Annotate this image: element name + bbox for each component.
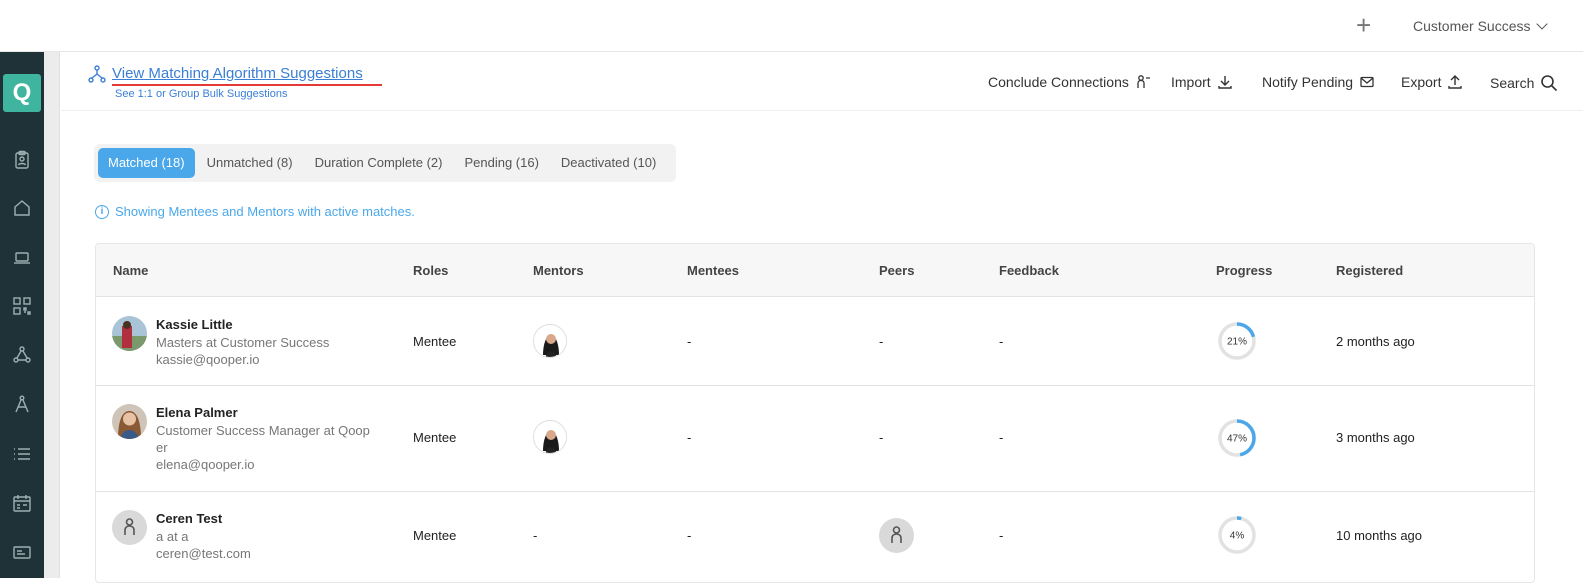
feedback-value: - — [999, 528, 1004, 543]
mentees-value: - — [687, 528, 692, 543]
list-icon[interactable] — [12, 444, 32, 464]
avatar[interactable] — [112, 510, 147, 545]
top-bar: + Customer Success — [0, 0, 1583, 52]
member-title: Customer Success Manager at Qoop er — [156, 423, 370, 455]
mentees-value: - — [687, 430, 692, 445]
id-card-icon[interactable] — [12, 542, 32, 562]
header-roles[interactable]: Roles — [413, 263, 448, 278]
avatar[interactable] — [112, 316, 147, 351]
tab-deactivated[interactable]: Deactivated (10) — [551, 148, 666, 178]
peers-value: - — [879, 430, 884, 445]
status-tabs: Matched (18) Unmatched (8) Duration Comp… — [94, 144, 676, 182]
mentees-value: - — [687, 334, 692, 349]
member-name[interactable]: Kassie Little — [156, 317, 233, 332]
header-peers[interactable]: Peers — [879, 263, 914, 278]
mentor-avatar[interactable] — [533, 324, 567, 358]
compass-icon[interactable] — [12, 394, 32, 414]
sidebar: Q — [0, 52, 44, 578]
calendar-icon[interactable] — [12, 493, 32, 513]
feedback-value: - — [999, 334, 1004, 349]
progress-ring: 21% — [1218, 322, 1256, 360]
laptop-icon[interactable] — [12, 248, 32, 268]
role: Mentee — [413, 430, 457, 445]
qr-code-icon[interactable] — [12, 296, 32, 316]
notify-pending-button[interactable]: Notify Pending — [1262, 74, 1375, 90]
export-label: Export — [1401, 74, 1442, 90]
tab-pending[interactable]: Pending (16) — [454, 148, 548, 178]
info-icon: i — [95, 204, 109, 219]
peers-value: - — [879, 334, 884, 349]
upload-icon — [1448, 75, 1463, 89]
member-title: a at a — [156, 529, 189, 544]
clipboard-icon[interactable] — [12, 150, 32, 170]
info-banner: i Showing Mentees and Mentors with activ… — [95, 204, 415, 219]
connections-icon[interactable] — [12, 345, 32, 365]
role: Mentee — [413, 528, 457, 543]
app-logo[interactable]: Q — [3, 74, 41, 112]
search-icon — [1541, 75, 1558, 92]
registered-value: 2 months ago — [1336, 334, 1415, 349]
progress-ring: 4% — [1218, 516, 1256, 554]
member-title: Masters at Customer Success — [156, 335, 330, 350]
search-button[interactable]: Search — [1490, 74, 1558, 92]
member-email: kassie@qooper.io — [156, 352, 260, 367]
info-text: Showing Mentees and Mentors with active … — [115, 204, 415, 219]
mail-icon — [1360, 76, 1374, 88]
header-name[interactable]: Name — [113, 263, 148, 278]
table-header: Name Roles Mentors Mentees Peers Feedbac… — [96, 244, 1534, 297]
header-mentors[interactable]: Mentors — [533, 263, 584, 278]
member-name[interactable]: Ceren Test — [156, 511, 222, 526]
mentors-value: - — [533, 528, 538, 543]
mentor-avatar[interactable] — [533, 420, 567, 454]
conclude-connections-label: Conclude Connections — [988, 74, 1129, 90]
import-button[interactable]: Import — [1171, 74, 1233, 90]
tab-duration-complete[interactable]: Duration Complete (2) — [305, 148, 453, 178]
home-icon[interactable] — [12, 198, 32, 218]
notify-pending-label: Notify Pending — [1262, 74, 1354, 90]
feedback-value: - — [999, 430, 1004, 445]
progress-ring: 47% — [1218, 419, 1256, 457]
role: Mentee — [413, 334, 457, 349]
sidebar-gutter — [44, 52, 60, 578]
header-feedback[interactable]: Feedback — [999, 263, 1059, 278]
progress-label: 4% — [1230, 531, 1245, 542]
progress-label: 47% — [1227, 434, 1247, 445]
org-name: Customer Success — [1413, 18, 1531, 34]
network-icon — [88, 65, 106, 83]
table-row[interactable]: Kassie Little Masters at Customer Succes… — [96, 297, 1534, 386]
conclude-connections-button[interactable]: Conclude Connections — [988, 74, 1151, 90]
header-progress[interactable]: Progress — [1216, 263, 1272, 278]
member-email: elena@qooper.io — [156, 457, 255, 472]
highlight-underline — [112, 84, 382, 86]
export-button[interactable]: Export — [1401, 74, 1463, 90]
avatar[interactable] — [112, 404, 147, 439]
table-row[interactable]: Ceren Test a at a ceren@test.com Mentee … — [96, 492, 1534, 582]
header-registered[interactable]: Registered — [1336, 263, 1403, 278]
chevron-down-icon — [1536, 18, 1549, 30]
search-label: Search — [1490, 75, 1535, 91]
registered-value: 3 months ago — [1336, 430, 1415, 445]
table-row[interactable]: Elena Palmer Customer Success Manager at… — [96, 386, 1534, 492]
view-matching-suggestions-link[interactable]: View Matching Algorithm Suggestions — [112, 65, 363, 82]
member-email: ceren@test.com — [156, 546, 251, 561]
tab-unmatched[interactable]: Unmatched (8) — [197, 148, 303, 178]
matching-subtitle[interactable]: See 1:1 or Group Bulk Suggestions — [115, 88, 287, 100]
tab-matched[interactable]: Matched (18) — [98, 148, 195, 178]
registered-value: 10 months ago — [1336, 528, 1423, 543]
org-switcher[interactable]: Customer Success — [1413, 18, 1549, 34]
member-name[interactable]: Elena Palmer — [156, 405, 238, 420]
plus-icon[interactable]: + — [1356, 12, 1371, 38]
person-minus-icon — [1137, 75, 1150, 88]
download-icon — [1217, 76, 1232, 89]
peer-avatar[interactable] — [879, 518, 914, 553]
header-mentees[interactable]: Mentees — [687, 263, 739, 278]
progress-label: 21% — [1227, 337, 1247, 348]
sub-header: View Matching Algorithm Suggestions See … — [61, 53, 1583, 111]
members-table: Name Roles Mentors Mentees Peers Feedbac… — [95, 243, 1535, 583]
import-label: Import — [1171, 74, 1211, 90]
